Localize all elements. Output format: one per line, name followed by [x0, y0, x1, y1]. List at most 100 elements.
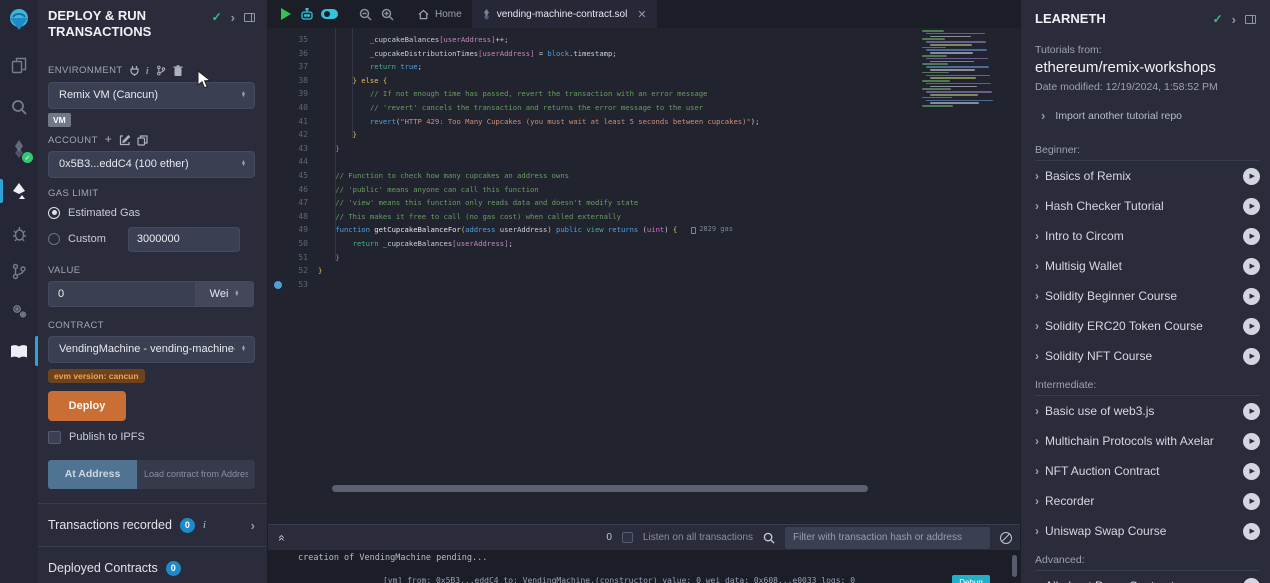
line-number[interactable]: 50	[298, 237, 308, 251]
line-number[interactable]: 52	[298, 264, 308, 278]
code-line-48[interactable]: 48// This makes it free to call (no gas …	[268, 210, 1020, 224]
environment-select[interactable]: Remix VM (Cancun) ▲▼	[48, 82, 255, 109]
code-line-46[interactable]: 46// 'public' means anyone can call this…	[268, 183, 1020, 197]
code-line-44[interactable]: 44	[268, 155, 1020, 169]
settings-icon[interactable]	[0, 294, 38, 328]
play-tutorial-button[interactable]: ▶	[1243, 433, 1260, 450]
custom-gas-radio[interactable]	[48, 233, 60, 245]
tutorial-item[interactable]: ›Hash Checker Tutorial▶	[1035, 191, 1260, 221]
tutorial-item[interactable]: ›Recorder▶	[1035, 486, 1260, 516]
code-line-42[interactable]: 42}	[268, 128, 1020, 142]
debug-button[interactable]: Debug	[952, 575, 990, 583]
line-number[interactable]: 36	[298, 47, 308, 61]
deployed-contracts-row[interactable]: Deployed Contracts 0	[38, 547, 267, 583]
editor-minimap[interactable]	[922, 30, 1010, 110]
play-tutorial-button[interactable]: ▶	[1243, 493, 1260, 510]
play-tutorial-button[interactable]: ▶	[1243, 348, 1260, 365]
chevron-right-icon[interactable]: ›	[251, 519, 255, 532]
code-line-50[interactable]: 50return _cupcakeBalances[userAddress];	[268, 237, 1020, 251]
plug-icon[interactable]	[130, 65, 139, 76]
zoom-in-icon[interactable]	[376, 3, 398, 25]
file-explorer-icon[interactable]	[0, 48, 38, 82]
source-control-icon[interactable]	[0, 254, 38, 288]
line-number[interactable]: 46	[298, 183, 308, 197]
code-line-45[interactable]: 45// Function to check how many cupcakes…	[268, 169, 1020, 183]
tutorial-item[interactable]: ›Intro to Circom▶	[1035, 221, 1260, 251]
panel-expand-icon[interactable]: ›	[1232, 13, 1236, 26]
deploy-and-run-icon[interactable]	[0, 174, 38, 208]
terminal-collapse-icon[interactable]: «	[275, 532, 289, 544]
play-tutorial-button[interactable]: ▶	[1243, 578, 1260, 583]
line-number[interactable]: 48	[298, 210, 308, 224]
code-line-37[interactable]: 37return true;	[268, 60, 1020, 74]
debugger-icon[interactable]	[0, 216, 38, 250]
breakpoint-dot[interactable]	[274, 281, 282, 289]
code-line-38[interactable]: 38} else {	[268, 74, 1020, 88]
deploy-button[interactable]: Deploy	[48, 391, 126, 421]
add-account-icon[interactable]: +	[105, 135, 112, 146]
code-line-35[interactable]: 35_cupcakeBalances[userAddress]++;	[268, 33, 1020, 47]
remix-logo-icon[interactable]	[0, 0, 38, 40]
line-number[interactable]: 49	[298, 223, 308, 237]
code-line-36[interactable]: 36_cupcakeDistributionTimes[userAddress]…	[268, 47, 1020, 61]
line-number[interactable]: 40	[298, 101, 308, 115]
trash-icon[interactable]	[173, 65, 183, 76]
tutorial-item[interactable]: ›Solidity NFT Course▶	[1035, 341, 1260, 371]
listen-transactions-checkbox[interactable]	[622, 532, 633, 543]
info-icon[interactable]: i	[203, 519, 206, 531]
code-line-47[interactable]: 47// 'view' means this function only rea…	[268, 196, 1020, 210]
line-number[interactable]: 42	[298, 128, 308, 142]
line-number[interactable]: 51	[298, 251, 308, 265]
code-line-40[interactable]: 40// 'revert' cancels the transaction an…	[268, 101, 1020, 115]
edit-icon[interactable]	[119, 135, 130, 146]
contract-select[interactable]: VendingMachine - vending-machine-contrac…	[48, 336, 255, 363]
publish-ipfs-checkbox[interactable]	[48, 431, 61, 444]
pin-panel-icon[interactable]	[1245, 15, 1256, 24]
play-tutorial-button[interactable]: ▶	[1243, 523, 1260, 540]
line-number[interactable]: 39	[298, 87, 308, 101]
line-number[interactable]: 38	[298, 74, 308, 88]
line-number[interactable]: 41	[298, 115, 308, 129]
estimated-gas-radio[interactable]	[48, 207, 60, 219]
tutorial-item[interactable]: ›Basics of Remix▶	[1035, 161, 1260, 191]
value-input[interactable]	[48, 281, 196, 307]
line-number[interactable]: 37	[298, 60, 308, 74]
horizontal-scrollbar[interactable]	[332, 485, 868, 492]
line-number[interactable]: 43	[298, 142, 308, 156]
copilot-toggle-icon[interactable]	[318, 3, 340, 25]
tab-home[interactable]: Home	[408, 0, 472, 28]
play-tutorial-button[interactable]: ▶	[1243, 403, 1260, 420]
code-line-43[interactable]: 43}	[268, 142, 1020, 156]
ai-assistant-icon[interactable]	[296, 3, 318, 25]
close-tab-icon[interactable]: ✕	[637, 8, 646, 21]
tutorial-item[interactable]: ›NFT Auction Contract▶	[1035, 456, 1260, 486]
play-tutorial-button[interactable]: ▶	[1243, 258, 1260, 275]
code-editor[interactable]: 35_cupcakeBalances[userAddress]++;36_cup…	[268, 28, 1020, 524]
copy-icon[interactable]	[137, 135, 148, 146]
info-icon[interactable]: i	[146, 65, 149, 77]
play-tutorial-button[interactable]: ▶	[1243, 228, 1260, 245]
pin-panel-icon[interactable]	[244, 13, 255, 22]
play-tutorial-button[interactable]: ▶	[1243, 288, 1260, 305]
line-number[interactable]: 35	[298, 33, 308, 47]
zoom-out-icon[interactable]	[354, 3, 376, 25]
line-number[interactable]: 53	[298, 278, 308, 292]
search-icon[interactable]	[0, 90, 38, 124]
line-number[interactable]: 45	[298, 169, 308, 183]
transaction-filter-input[interactable]	[785, 527, 990, 549]
run-script-icon[interactable]	[274, 3, 296, 25]
at-address-button[interactable]: At Address	[48, 460, 137, 489]
play-tutorial-button[interactable]: ▶	[1243, 198, 1260, 215]
at-address-input[interactable]	[137, 460, 255, 489]
code-line-49[interactable]: 49function getCupcakeBalanceFor(address …	[268, 223, 1020, 237]
tutorial-item[interactable]: ›Basic use of web3.js▶	[1035, 396, 1260, 426]
code-line-51[interactable]: 51}	[268, 251, 1020, 265]
custom-gas-input[interactable]	[128, 227, 240, 252]
tutorial-item[interactable]: ›Uniswap Swap Course▶	[1035, 516, 1260, 546]
tutorial-item[interactable]: ›Solidity ERC20 Token Course▶	[1035, 311, 1260, 341]
fork-icon[interactable]	[156, 65, 166, 76]
terminal-scrollbar[interactable]	[1012, 555, 1017, 577]
value-unit-select[interactable]: Wei ▲▼	[196, 281, 254, 307]
account-select[interactable]: 0x5B3...eddC4 (100 ether) ▲▼	[48, 151, 255, 178]
play-tutorial-button[interactable]: ▶	[1243, 463, 1260, 480]
